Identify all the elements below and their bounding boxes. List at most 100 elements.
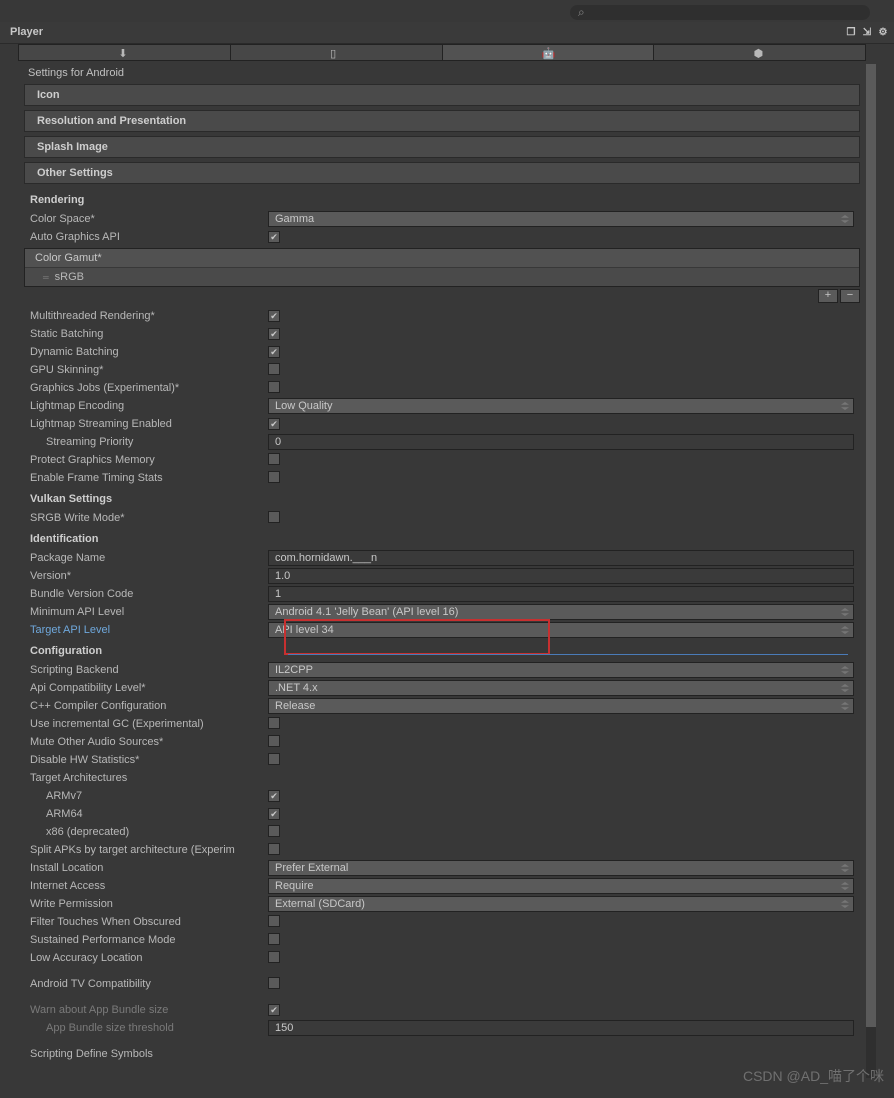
scripting-symbols-label: Scripting Define Symbols bbox=[30, 1048, 268, 1060]
color-space-label: Color Space* bbox=[30, 213, 268, 225]
disable-hw-stats-checkbox[interactable] bbox=[268, 753, 280, 765]
section-icon[interactable]: Icon bbox=[24, 84, 860, 106]
install-location-dropdown[interactable]: Prefer External bbox=[268, 860, 854, 876]
target-api-dropdown[interactable]: API level 34 bbox=[268, 622, 854, 638]
armv7-checkbox[interactable] bbox=[268, 790, 280, 802]
bundle-version-label: Bundle Version Code bbox=[30, 588, 268, 600]
color-space-dropdown[interactable]: Gamma bbox=[268, 211, 854, 227]
x86-checkbox[interactable] bbox=[268, 825, 280, 837]
tab-standalone[interactable]: ⬇ bbox=[19, 45, 231, 60]
cpp-compiler-dropdown[interactable]: Release bbox=[268, 698, 854, 714]
android-tv-checkbox[interactable] bbox=[268, 977, 280, 989]
tab-webgl[interactable]: ⬢ bbox=[654, 45, 865, 60]
disable-hw-stats-label: Disable HW Statistics* bbox=[30, 754, 268, 766]
tab-android[interactable]: 🤖 bbox=[443, 45, 655, 60]
mute-audio-label: Mute Other Audio Sources* bbox=[30, 736, 268, 748]
help-icon[interactable]: ❐ bbox=[844, 25, 858, 39]
write-permission-dropdown[interactable]: External (SDCard) bbox=[268, 896, 854, 912]
min-api-dropdown[interactable]: Android 4.1 'Jelly Bean' (API level 16) bbox=[268, 604, 854, 620]
install-location-label: Install Location bbox=[30, 862, 268, 874]
auto-graphics-api-checkbox[interactable] bbox=[268, 231, 280, 243]
graphics-jobs-checkbox[interactable] bbox=[268, 381, 280, 393]
scripting-backend-label: Scripting Backend bbox=[30, 664, 268, 676]
android-icon: 🤖 bbox=[542, 47, 554, 59]
identification-heading: Identification bbox=[18, 527, 866, 549]
srgb-write-checkbox[interactable] bbox=[268, 511, 280, 523]
warn-bundle-checkbox[interactable] bbox=[268, 1004, 280, 1016]
cpp-compiler-label: C++ Compiler Configuration bbox=[30, 700, 268, 712]
tab-ios[interactable]: ▯ bbox=[231, 45, 443, 60]
static-batching-label: Static Batching bbox=[30, 328, 268, 340]
dock-icon[interactable]: ⇲ bbox=[860, 25, 874, 39]
watermark: CSDN @AD_喵了个咪 bbox=[743, 1066, 884, 1086]
bundle-threshold-label: App Bundle size threshold bbox=[30, 1022, 268, 1034]
section-splash[interactable]: Splash Image bbox=[24, 136, 860, 158]
lightmap-encoding-dropdown[interactable]: Low Quality bbox=[268, 398, 854, 414]
armv7-label: ARMv7 bbox=[30, 790, 268, 802]
highlight-underline bbox=[288, 654, 848, 655]
dynamic-batching-checkbox[interactable] bbox=[268, 346, 280, 358]
gamut-add-button[interactable]: + bbox=[818, 289, 838, 303]
arm64-label: ARM64 bbox=[30, 808, 268, 820]
low-accuracy-label: Low Accuracy Location bbox=[30, 952, 268, 964]
android-tv-label: Android TV Compatibility bbox=[30, 978, 268, 990]
rendering-heading: Rendering bbox=[18, 188, 866, 210]
incremental-gc-label: Use incremental GC (Experimental) bbox=[30, 718, 268, 730]
dynamic-batching-label: Dynamic Batching bbox=[30, 346, 268, 358]
gpu-skinning-label: GPU Skinning* bbox=[30, 364, 268, 376]
auto-graphics-api-label: Auto Graphics API bbox=[30, 231, 268, 243]
gamut-remove-button[interactable]: − bbox=[840, 289, 860, 303]
sustained-perf-label: Sustained Performance Mode bbox=[30, 934, 268, 946]
graphics-jobs-label: Graphics Jobs (Experimental)* bbox=[30, 382, 268, 394]
incremental-gc-checkbox[interactable] bbox=[268, 717, 280, 729]
gpu-skinning-checkbox[interactable] bbox=[268, 363, 280, 375]
api-compat-label: Api Compatibility Level* bbox=[30, 682, 268, 694]
window-title-bar: Player ❐ ⇲ ⚙ bbox=[0, 22, 894, 44]
split-apks-label: Split APKs by target architecture (Exper… bbox=[30, 844, 268, 856]
api-compat-dropdown[interactable]: .NET 4.x bbox=[268, 680, 854, 696]
color-gamut-item[interactable]: sRGB bbox=[25, 267, 859, 286]
version-field[interactable]: 1.0 bbox=[268, 568, 854, 584]
gear-icon[interactable]: ⚙ bbox=[876, 25, 890, 39]
section-resolution[interactable]: Resolution and Presentation bbox=[24, 110, 860, 132]
frame-timing-label: Enable Frame Timing Stats bbox=[30, 472, 268, 484]
warn-bundle-label: Warn about App Bundle size bbox=[30, 1004, 268, 1016]
arm64-checkbox[interactable] bbox=[268, 808, 280, 820]
filter-touches-checkbox[interactable] bbox=[268, 915, 280, 927]
html5-icon: ⬢ bbox=[754, 47, 766, 59]
main-panel: Settings for Android Icon Resolution and… bbox=[18, 64, 866, 1098]
lightmap-encoding-label: Lightmap Encoding bbox=[30, 400, 268, 412]
static-batching-checkbox[interactable] bbox=[268, 328, 280, 340]
lightmap-streaming-checkbox[interactable] bbox=[268, 418, 280, 430]
target-arch-label: Target Architectures bbox=[30, 772, 268, 784]
multithreaded-checkbox[interactable] bbox=[268, 310, 280, 322]
sustained-perf-checkbox[interactable] bbox=[268, 933, 280, 945]
streaming-priority-field[interactable]: 0 bbox=[268, 434, 854, 450]
vulkan-heading: Vulkan Settings bbox=[18, 487, 866, 509]
package-name-label: Package Name bbox=[30, 552, 268, 564]
protect-graphics-checkbox[interactable] bbox=[268, 453, 280, 465]
scrollbar-thumb[interactable] bbox=[866, 64, 876, 1027]
low-accuracy-checkbox[interactable] bbox=[268, 951, 280, 963]
color-gamut-label: Color Gamut* bbox=[25, 249, 859, 267]
split-apks-checkbox[interactable] bbox=[268, 843, 280, 855]
package-name-field[interactable]: com.hornidawn.___n bbox=[268, 550, 854, 566]
frame-timing-checkbox[interactable] bbox=[268, 471, 280, 483]
bundle-threshold-field[interactable]: 150 bbox=[268, 1020, 854, 1036]
scripting-backend-dropdown[interactable]: IL2CPP bbox=[268, 662, 854, 678]
platform-tabs: ⬇ ▯ 🤖 ⬢ bbox=[18, 44, 866, 61]
mute-audio-checkbox[interactable] bbox=[268, 735, 280, 747]
internet-access-label: Internet Access bbox=[30, 880, 268, 892]
section-other[interactable]: Other Settings bbox=[24, 162, 860, 184]
internet-access-dropdown[interactable]: Require bbox=[268, 878, 854, 894]
search-input[interactable] bbox=[570, 5, 870, 20]
min-api-label: Minimum API Level bbox=[30, 606, 268, 618]
streaming-priority-label: Streaming Priority bbox=[30, 436, 268, 448]
download-icon: ⬇ bbox=[118, 47, 130, 59]
multithreaded-label: Multithreaded Rendering* bbox=[30, 310, 268, 322]
bundle-version-field[interactable]: 1 bbox=[268, 586, 854, 602]
target-api-label: Target API Level bbox=[30, 624, 268, 636]
version-label: Version* bbox=[30, 570, 268, 582]
scrollbar[interactable] bbox=[866, 64, 876, 1078]
color-gamut-box: Color Gamut* sRGB bbox=[24, 248, 860, 287]
